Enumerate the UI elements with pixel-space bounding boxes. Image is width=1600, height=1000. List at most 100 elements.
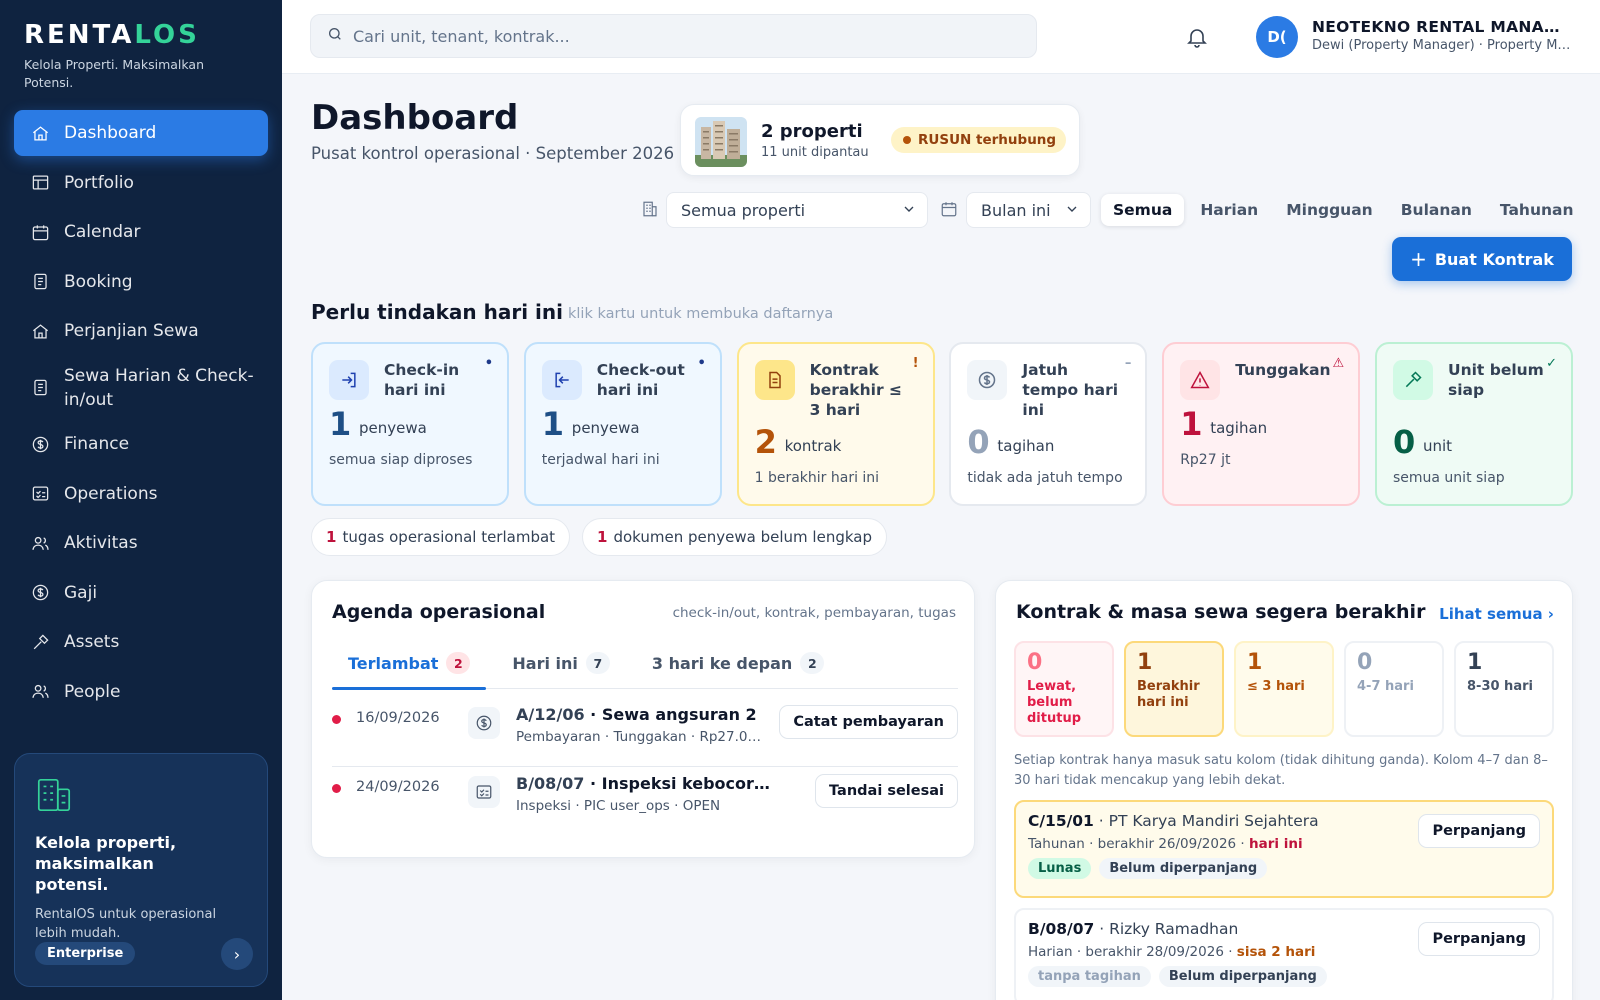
- bucket-overdue[interactable]: 0 Lewat, belum ditutup: [1014, 641, 1114, 737]
- agenda-item-meta: Inspeksi · PIC user_ops · OPEN: [516, 798, 721, 814]
- card-unit-not-ready[interactable]: Unit belum siap ✓ 0 unit semua unit siap: [1374, 342, 1573, 506]
- brand-logo[interactable]: RENTALOS: [24, 20, 224, 50]
- mark-done-button[interactable]: Tandai selesai: [815, 774, 958, 808]
- extend-button[interactable]: Perpanjang: [1418, 922, 1540, 956]
- unit-code: A/12/06: [516, 705, 585, 724]
- bucket-8-30-days[interactable]: 1 8-30 hari: [1454, 641, 1554, 737]
- search-box[interactable]: [310, 14, 1037, 58]
- sidebar-item-label: Booking: [64, 271, 133, 292]
- card-value: 1: [329, 405, 352, 443]
- card-arrears[interactable]: Tunggakan ⚠ 1 tagihan Rp27 jt: [1162, 342, 1361, 506]
- status-badge-label: RUSUN terhubung: [918, 132, 1057, 148]
- contracts-panel: Kontrak & masa sewa segera berakhir Liha…: [995, 580, 1573, 1000]
- status-badge: tanpa tagihan: [1028, 966, 1151, 987]
- sidebar-item-people[interactable]: People: [14, 669, 268, 715]
- sidebar-item-gaji[interactable]: Gaji: [14, 570, 268, 616]
- chip-overdue-tasks[interactable]: 1 tugas operasional terlambat: [311, 518, 571, 556]
- sidebar-item-perjanjian-sewa[interactable]: Perjanjian Sewa: [14, 308, 268, 354]
- bucket-value: 1: [1467, 650, 1483, 675]
- contract-due: sisa 2 hari: [1236, 944, 1316, 960]
- users-icon: [30, 533, 50, 553]
- building-icon: [35, 776, 247, 818]
- bucket-4-7-days[interactable]: 0 4-7 hari: [1344, 641, 1444, 737]
- bucket-note: Setiap kontrak hanya masuk satu kolom (t…: [1014, 753, 1548, 788]
- avatar[interactable]: D(: [1256, 16, 1298, 58]
- extend-button[interactable]: Perpanjang: [1418, 814, 1540, 848]
- sidebar-item-finance[interactable]: Finance: [14, 421, 268, 467]
- sidebar-item-assets[interactable]: Assets: [14, 619, 268, 665]
- list-item[interactable]: 16/09/2026 A/12/06 · Sewa angsuran 2 Pem…: [332, 699, 958, 767]
- card-check-in[interactable]: Check-in hari ini • 1 penyewa semua siap…: [311, 342, 509, 506]
- create-contract-button[interactable]: + Buat Kontrak: [1392, 237, 1572, 281]
- search-input[interactable]: [353, 26, 1013, 46]
- period-filter-select[interactable]: Bulan ini: [966, 192, 1091, 228]
- record-payment-button[interactable]: Catat pembayaran: [779, 705, 958, 739]
- card-check-out[interactable]: Check-out hari ini • 1 penyewa terjadwal…: [523, 342, 722, 506]
- sidebar-item-aktivitas[interactable]: Aktivitas: [14, 520, 268, 566]
- bucket-within-3-days[interactable]: 1 ≤ 3 hari: [1234, 641, 1334, 737]
- card-footnote: semua unit siap: [1392, 470, 1505, 486]
- tenant-name: Rizky Ramadhan: [1109, 920, 1239, 938]
- tab-tahunan[interactable]: Tahunan: [1488, 194, 1586, 226]
- card-value: 0: [1392, 423, 1416, 461]
- home-icon: [30, 321, 50, 341]
- period-filter-value: Bulan ini: [981, 200, 1051, 220]
- tab-count-badge: 2: [800, 652, 825, 674]
- agenda-item-title: B/08/07 · Inspeksi kebocoran atap: [516, 774, 776, 793]
- contract-item[interactable]: B/08/07 · Rizky Ramadhan Harian · berakh…: [1014, 908, 1554, 1000]
- card-value: 2: [754, 423, 777, 461]
- bucket-label: 4-7 hari: [1357, 679, 1414, 694]
- promo-text: RentalOS untuk operasional lebih mudah.: [35, 907, 217, 941]
- card-contract-ending[interactable]: Kontrak berakhir ≤ 3 hari ! 2 kontrak 1 …: [736, 342, 935, 506]
- user-menu[interactable]: NEOTEKNO RENTAL MANAGEMENT Dewi (Propert…: [1312, 18, 1572, 53]
- property-summary-card[interactable]: 2 properti 11 unit dipantau RUSUN terhub…: [680, 104, 1080, 176]
- agenda-date: 16/09/2026: [356, 710, 440, 726]
- bucket-value: 1: [1247, 650, 1263, 675]
- card-footnote: semua siap diproses: [329, 452, 473, 468]
- tab-bulanan[interactable]: Bulanan: [1389, 194, 1484, 226]
- bucket-ends-today[interactable]: 1 Berakhir hari ini: [1124, 641, 1224, 737]
- status-badge: RUSUN terhubung: [891, 127, 1067, 153]
- list-item[interactable]: 24/09/2026 B/08/07 · Inspeksi kebocoran …: [332, 768, 958, 836]
- tab-count-badge: 7: [585, 652, 610, 674]
- tab-label: Terlambat: [348, 653, 439, 673]
- checklist-icon: [468, 776, 500, 808]
- dollar-icon: [967, 360, 1008, 400]
- tab-count-badge: 2: [446, 652, 471, 674]
- tab-terlambat[interactable]: Terlambat 2: [332, 637, 487, 690]
- status-badge: Belum diperpanjang: [1158, 966, 1327, 987]
- contract-period: Harian · berakhir 28/09/2026 ·: [1028, 944, 1237, 960]
- contract-period: Tahunan · berakhir 26/09/2026 ·: [1028, 836, 1250, 852]
- chip-incomplete-documents[interactable]: 1 dokumen penyewa belum lengkap: [582, 518, 887, 556]
- view-all-link[interactable]: Lihat semua ›: [1439, 605, 1554, 623]
- sidebar-item-portfolio[interactable]: Portfolio: [14, 160, 268, 206]
- tab-3-hari[interactable]: 3 hari ke depan 2: [636, 637, 840, 689]
- tab-semua[interactable]: Semua: [1101, 194, 1185, 226]
- dollar-icon: [30, 583, 50, 603]
- card-footnote: tidak ada jatuh tempo: [967, 470, 1123, 486]
- checklist-icon: [30, 484, 50, 504]
- property-filter-select[interactable]: Semua properti: [666, 192, 928, 228]
- sidebar-item-operations[interactable]: Operations: [14, 471, 268, 517]
- contract-item[interactable]: C/15/01 · PT Karya Mandiri Sejahtera Tah…: [1014, 800, 1554, 898]
- card-due-today[interactable]: Jatuh tempo hari ini – 0 tagihan tidak a…: [949, 342, 1148, 506]
- tab-hari-ini[interactable]: Hari ini 7: [496, 637, 626, 689]
- sidebar-item-calendar[interactable]: Calendar: [14, 209, 268, 255]
- agenda-item-name: Inspeksi kebocoran atap: [601, 774, 776, 793]
- chevron-right-icon[interactable]: ›: [221, 938, 253, 970]
- sidebar-item-label: Dashboard: [64, 123, 157, 143]
- tab-mingguan[interactable]: Mingguan: [1274, 194, 1385, 226]
- sidebar-item-booking[interactable]: Booking: [14, 259, 268, 305]
- sidebar-item-label: People: [64, 681, 121, 702]
- tab-harian[interactable]: Harian: [1188, 194, 1270, 226]
- bell-icon[interactable]: [1182, 22, 1212, 52]
- tenant-name: PT Karya Mandiri Sejahtera: [1108, 812, 1319, 830]
- calendar-icon: [30, 222, 50, 242]
- sidebar: RENTALOS Kelola Properti. Maksimalkan Po…: [0, 0, 282, 1000]
- alert-chips: 1 tugas operasional terlambat 1 dokumen pe…: [311, 518, 899, 556]
- expiry-buckets: 0 Lewat, belum ditutup 1 Berakhir hari ini…: [1014, 641, 1554, 737]
- sidebar-item-sewa-harian[interactable]: Sewa Harian & Check-in/out: [14, 358, 268, 418]
- hammer-icon: [1392, 360, 1433, 400]
- users-icon: [30, 682, 50, 702]
- sidebar-item-dashboard[interactable]: Dashboard: [14, 110, 268, 156]
